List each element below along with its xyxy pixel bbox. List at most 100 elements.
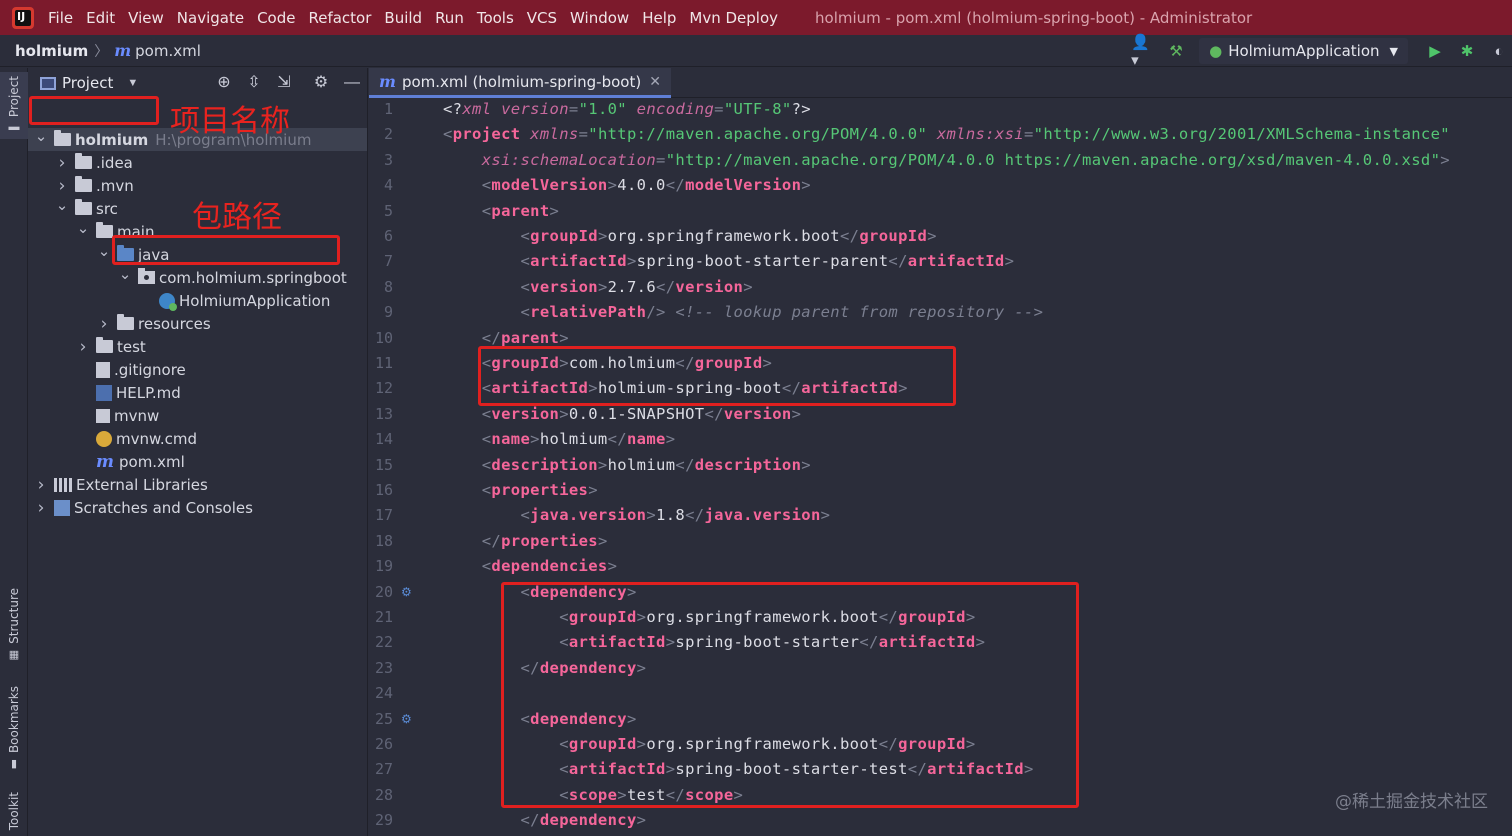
project-view-selector[interactable]: Project: [62, 74, 113, 92]
code-token: </: [481, 328, 502, 347]
code-token: <: [481, 201, 492, 220]
tree-item[interactable]: › Scratches and Consoles: [28, 496, 367, 519]
code-token: </: [781, 379, 802, 398]
tree-item-label: .mvn: [96, 176, 134, 195]
code-token: ?>: [791, 100, 811, 118]
build-hammer-icon[interactable]: ⚒: [1163, 38, 1189, 64]
code-token: artifactId: [568, 760, 666, 779]
menu-tools[interactable]: Tools: [477, 9, 514, 27]
code-line: <name>holmium</name>: [443, 430, 675, 448]
menu-view[interactable]: View: [128, 9, 164, 27]
toolkit-tool-tab[interactable]: Toolkit: [0, 792, 28, 830]
chevron-down-icon[interactable]: ⌄: [76, 219, 90, 237]
chevron-down-icon[interactable]: ⌄: [34, 127, 48, 145]
editor-gutter[interactable]: 1 2 3 4 5 6 7 8 9 10 11 12 13 14 15 16 17 18 19 20 ⚙ 21 22 23 24…: [369, 98, 431, 836]
project-tool-tab[interactable]: Project ▬: [0, 72, 28, 140]
code-token: >: [549, 201, 560, 220]
tree-item[interactable]: ⌄ holmium H:\program\holmium: [28, 127, 367, 151]
breadcrumb-project[interactable]: holmium: [15, 42, 88, 60]
tree-item[interactable]: ›mpom.xml: [28, 450, 367, 473]
menu-mvn-deploy[interactable]: Mvn Deploy: [689, 9, 778, 27]
tree-item[interactable]: ⌄ src: [28, 196, 367, 220]
code-token: </: [607, 430, 627, 449]
gear-icon[interactable]: ⚙: [311, 73, 331, 93]
spring-bean-icon[interactable]: ⚙: [401, 585, 412, 599]
code-token: groupId: [898, 608, 966, 626]
coverage-icon[interactable]: ◐: [1486, 38, 1512, 64]
chevron-right-icon[interactable]: ›: [55, 153, 69, 173]
code-token: <: [481, 557, 492, 576]
menu-window[interactable]: Window: [570, 9, 629, 27]
expand-all-icon[interactable]: ⇳: [244, 73, 264, 93]
collapse-all-icon[interactable]: ⇲: [274, 73, 294, 93]
user-account-icon[interactable]: 👤▾: [1131, 34, 1157, 69]
tree-item[interactable]: ›mvnw.cmd: [28, 427, 367, 450]
tree-item[interactable]: › .mvn: [28, 174, 367, 197]
code-token: </: [840, 227, 860, 245]
menu-help[interactable]: Help: [642, 9, 676, 27]
code-token: </: [481, 531, 502, 550]
code-line: </dependency>: [443, 811, 646, 829]
run-configuration-selector[interactable]: ● HolmiumApplication ▼: [1199, 38, 1408, 64]
chevron-down-icon[interactable]: ⌄: [97, 242, 111, 260]
run-icon[interactable]: ▶: [1422, 38, 1448, 64]
intellij-logo-icon[interactable]: IJ: [12, 6, 34, 29]
tab-pom-xml[interactable]: m pom.xml (holmium-spring-boot) ✕: [369, 68, 671, 98]
tree-item[interactable]: › .idea: [28, 151, 367, 174]
toolkit-tool-label: Toolkit: [7, 792, 21, 831]
code-token: <: [520, 277, 531, 296]
spring-bean-icon[interactable]: ⚙: [401, 712, 412, 726]
tree-item[interactable]: ⌄ java: [28, 242, 367, 266]
code-token: artifactId: [491, 379, 589, 398]
code-token: 0.0.1-SNAPSHOT: [568, 404, 705, 423]
menu-file[interactable]: File: [48, 9, 73, 27]
menu-refactor[interactable]: Refactor: [308, 9, 371, 27]
tree-item[interactable]: ›HolmiumApplication: [28, 289, 367, 312]
tree-item[interactable]: ›HELP.md: [28, 381, 367, 404]
project-panel-header: Project ▼ ⊕ ⇳ ⇲ ⚙ —: [28, 68, 367, 98]
tree-item[interactable]: › External Libraries: [28, 473, 367, 496]
chevron-down-icon[interactable]: ⌄: [55, 196, 69, 214]
breadcrumb-file[interactable]: pom.xml: [135, 42, 201, 60]
chevron-down-icon[interactable]: ⌄: [118, 265, 132, 283]
chevron-right-icon[interactable]: ›: [34, 498, 48, 518]
close-icon[interactable]: ✕: [649, 73, 661, 90]
line-number: 11: [374, 354, 393, 372]
hide-panel-icon[interactable]: —: [342, 73, 362, 93]
chevron-down-icon[interactable]: ▼: [127, 77, 138, 89]
chevron-right-icon[interactable]: ›: [55, 176, 69, 196]
tree-item[interactable]: › resources: [28, 312, 367, 335]
code-token: =: [578, 125, 589, 144]
structure-tool-tab[interactable]: Structure ▦: [0, 588, 28, 661]
tree-item[interactable]: ›.gitignore: [28, 358, 367, 381]
code-token: />: [646, 303, 676, 322]
debug-icon[interactable]: ✱: [1454, 38, 1480, 64]
code-line: <modelVersion>4.0.0</modelVersion>: [443, 176, 811, 194]
chevron-down-icon: ▼: [1389, 44, 1398, 58]
menu-edit[interactable]: Edit: [86, 9, 115, 27]
code-token: spring-boot-starter-parent: [636, 252, 889, 271]
code-token: <: [481, 354, 492, 372]
menu-run[interactable]: Run: [435, 9, 464, 27]
code-token: >: [588, 379, 598, 398]
locate-file-icon[interactable]: ⊕: [214, 73, 234, 93]
chevron-right-icon[interactable]: ›: [76, 337, 90, 357]
tree-item[interactable]: ⌄ com.holmium.springboot: [28, 265, 367, 289]
menu-code[interactable]: Code: [257, 9, 295, 27]
tree-item[interactable]: › test: [28, 335, 367, 358]
menu-build[interactable]: Build: [384, 9, 422, 27]
bookmarks-tool-tab[interactable]: Bookmarks ▮: [0, 686, 28, 770]
menu-navigate[interactable]: Navigate: [177, 9, 244, 27]
code-editor[interactable]: <?xml version="1.0" encoding="UTF-8"?> <p…: [431, 98, 1512, 836]
tree-item[interactable]: ⌄ main: [28, 219, 367, 243]
chevron-right-icon[interactable]: ›: [97, 314, 111, 334]
menu-vcs[interactable]: VCS: [527, 9, 557, 27]
code-line: <groupId>org.springframework.boot</group…: [443, 735, 976, 753]
tree-item[interactable]: ›mvnw: [28, 404, 367, 427]
code-token: >: [626, 582, 637, 601]
chevron-right-icon[interactable]: ›: [34, 475, 48, 495]
code-token: >: [1440, 150, 1450, 169]
